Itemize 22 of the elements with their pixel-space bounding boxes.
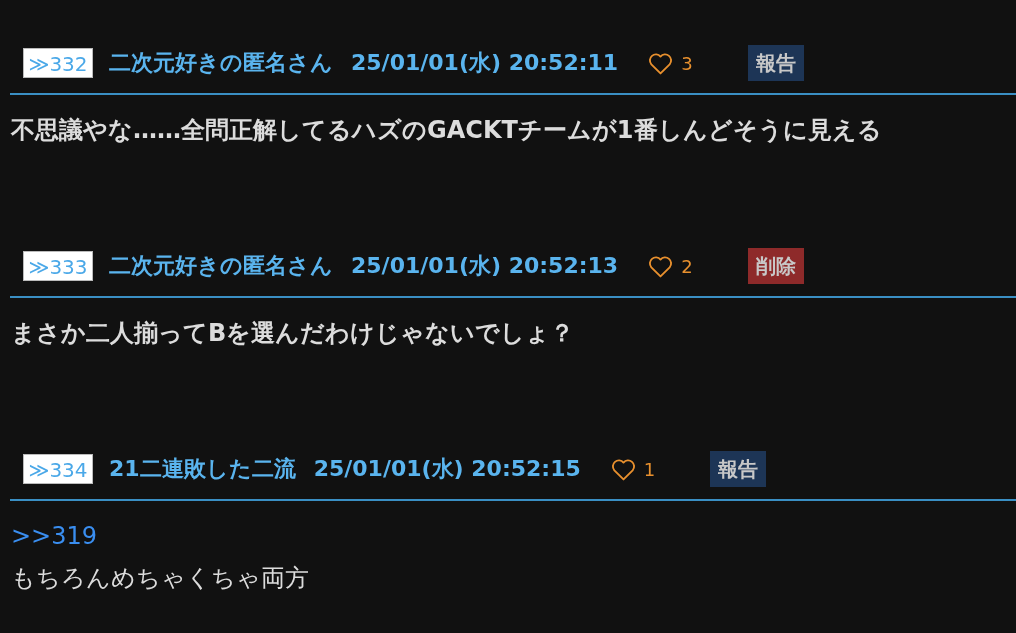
post-text: 不思議やな……全問正解してるハズのGACKTチームが1番しんどそうに見える xyxy=(11,115,883,146)
post-date: 25/01/01(水) 20:52:15 xyxy=(313,455,581,483)
post-number-link[interactable]: ≫333 xyxy=(23,251,93,281)
heart-icon[interactable] xyxy=(648,254,674,278)
reply-link[interactable]: >>319 xyxy=(11,515,1016,557)
heart-icon[interactable] xyxy=(610,457,636,481)
post-number-link[interactable]: ≫332 xyxy=(23,48,93,78)
post-date: 25/01/01(水) 20:52:11 xyxy=(351,49,619,77)
post-date: 25/01/01(水) 20:52:13 xyxy=(351,252,619,280)
post-number-link[interactable]: ≫334 xyxy=(23,454,93,484)
post-text: もちろんめちゃくちゃ両方 xyxy=(11,563,310,594)
like-count: 1 xyxy=(643,458,656,480)
like-count: 3 xyxy=(681,52,693,74)
report-button[interactable]: 報告 xyxy=(710,451,767,487)
poster-name: 二次元好きの匿名さん xyxy=(109,252,333,280)
report-button[interactable]: 報告 xyxy=(747,45,804,81)
like-count: 2 xyxy=(681,255,693,277)
post-text: まさか二人揃ってBを選んだわけじゃないでしょ？ xyxy=(11,318,576,349)
delete-button[interactable]: 削除 xyxy=(747,248,804,284)
poster-name: 21二連敗した二流 xyxy=(109,455,296,483)
heart-icon[interactable] xyxy=(648,51,674,75)
poster-name: 二次元好きの匿名さん xyxy=(109,49,333,77)
